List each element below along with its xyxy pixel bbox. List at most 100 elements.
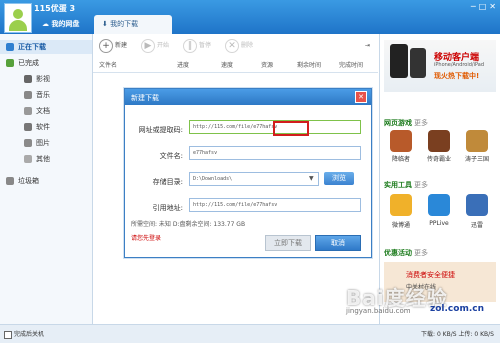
- more-link[interactable]: 更多: [414, 181, 428, 189]
- pause-button[interactable]: ‖ 暂停: [183, 38, 211, 54]
- sidebar-item-label: 音乐: [36, 91, 50, 99]
- new-label: 新建: [115, 42, 128, 49]
- section-title: 优惠活动: [384, 249, 412, 257]
- cancel-button[interactable]: 取消: [315, 235, 361, 251]
- pplive-icon[interactable]: [428, 194, 450, 216]
- column-header[interactable]: 速度: [221, 60, 233, 69]
- download-icon: [6, 43, 14, 51]
- browse-button[interactable]: 浏览: [324, 172, 354, 185]
- sidebar-item-label: 其他: [36, 155, 50, 163]
- weibo-tool-icon[interactable]: [390, 194, 412, 216]
- sidebar-item-label: 图片: [36, 139, 50, 147]
- section-title: 网页游戏: [384, 119, 412, 127]
- column-header[interactable]: 完成时间: [339, 60, 363, 69]
- title-bar: 115优蛋 3 ─ □ ✕ ☁ 我的网盘 ⬇ 我的下载: [0, 0, 500, 34]
- section-title: 实用工具: [384, 181, 412, 189]
- xunlei-icon[interactable]: [466, 194, 488, 216]
- watermark-url: jingyan.baidu.com: [346, 307, 411, 315]
- sidebar-item-other[interactable]: 其他: [0, 152, 92, 166]
- login-hint[interactable]: 请您先登录: [131, 233, 161, 242]
- tab-label: 我的下载: [110, 20, 139, 28]
- referer-label: 引用地址:: [152, 204, 183, 212]
- filename-input[interactable]: e77hafsv: [189, 146, 361, 160]
- close-icon[interactable]: ✕: [355, 91, 367, 103]
- minimize-icon[interactable]: ─: [471, 2, 476, 11]
- start-button[interactable]: ▶ 开始: [141, 38, 169, 54]
- tool-label[interactable]: 迅雷: [460, 220, 494, 229]
- tool-label[interactable]: 微博通: [384, 220, 418, 229]
- game-icon[interactable]: [428, 130, 450, 152]
- column-header[interactable]: 剩余时间: [297, 60, 321, 69]
- sidebar-item-label: 影视: [36, 75, 50, 83]
- disk-space-info: 所需空间: 未知 D:盘剩余空间: 133.77 GB: [131, 221, 246, 228]
- sidebar-item-label: 已完成: [18, 59, 39, 67]
- sidebar-item-film[interactable]: 影视: [0, 72, 92, 86]
- tab-my-netdisk[interactable]: ☁ 我的网盘: [34, 15, 87, 34]
- game-icon[interactable]: [466, 130, 488, 152]
- download-list-header: 文件名 进度 速度 资源 剩余时间 完成时间: [93, 58, 378, 73]
- download-now-button[interactable]: 立即下载: [265, 235, 311, 251]
- sidebar-item-software[interactable]: 软件: [0, 120, 92, 134]
- more-link[interactable]: 更多: [414, 249, 428, 257]
- music-icon: [24, 91, 32, 99]
- window-controls: ─ □ ✕: [471, 2, 496, 11]
- speed-info: 下载: 0 KB/S 上传: 0 KB/S: [421, 331, 494, 338]
- trash-icon: [6, 177, 14, 185]
- maximize-icon[interactable]: □: [479, 2, 487, 11]
- film-icon: [24, 75, 32, 83]
- checkbox[interactable]: [4, 330, 12, 339]
- delete-button[interactable]: ✕ 删除: [225, 38, 253, 54]
- sidebar-item-completed[interactable]: 已完成: [0, 56, 92, 70]
- section-tools: 实用工具 更多: [384, 180, 428, 190]
- sidebar-item-label: 正在下载: [18, 43, 46, 51]
- play-icon: ▶: [141, 38, 155, 53]
- tab-my-downloads[interactable]: ⬇ 我的下载: [94, 15, 172, 34]
- promo-hot: 现火热下载中!: [434, 72, 480, 80]
- section-promotions: 优惠活动 更多: [384, 248, 428, 258]
- document-icon: [24, 107, 32, 115]
- game-icon[interactable]: [390, 130, 412, 152]
- sidebar-item-documents[interactable]: 文档: [0, 104, 92, 118]
- sidebar-item-downloading[interactable]: 正在下载: [0, 40, 92, 54]
- directory-label: 存储目录:: [152, 178, 183, 186]
- column-header[interactable]: 进度: [177, 60, 189, 69]
- mobile-promo-banner[interactable]: 移动客户端 iPhone/Android/iPad 现火热下载中!: [384, 40, 496, 92]
- delete-label: 删除: [241, 42, 254, 49]
- app-title: 115优蛋 3: [34, 4, 76, 13]
- avatar[interactable]: [4, 3, 32, 33]
- tool-label[interactable]: PPLive: [422, 220, 456, 227]
- sidebar-item-pictures[interactable]: 图片: [0, 136, 92, 150]
- sidebar-item-label: 文档: [36, 107, 50, 115]
- new-button[interactable]: + 新建: [99, 38, 127, 54]
- shutdown-option[interactable]: 完成后关机: [4, 329, 44, 339]
- promo-subtitle: iPhone/Android/iPad: [434, 62, 484, 68]
- close-icon[interactable]: ✕: [489, 2, 496, 11]
- pause-label: 暂停: [199, 42, 212, 49]
- game-label[interactable]: 涛子三国: [460, 154, 494, 163]
- referer-input[interactable]: http://115.com/file/e77hafsv: [189, 198, 361, 212]
- dialog-header: 新建下载 ✕: [125, 89, 371, 105]
- sidebar-item-label: 垃圾箱: [18, 177, 39, 185]
- sidebar-item-music[interactable]: 音乐: [0, 88, 92, 102]
- plus-icon: +: [99, 38, 113, 53]
- phone-icon: [410, 48, 426, 78]
- shutdown-label: 完成后关机: [14, 331, 45, 338]
- ad-line: 消费者安全便捷: [406, 271, 455, 279]
- filename-label: 文件名:: [159, 152, 183, 160]
- directory-select[interactable]: D:\Downloads\: [189, 172, 319, 186]
- other-icon: [24, 155, 32, 163]
- game-label[interactable]: 降临者: [384, 154, 418, 163]
- avatar-body-shape: [9, 20, 27, 31]
- exit-icon[interactable]: ⇥: [365, 38, 370, 54]
- download-icon: ⬇: [102, 20, 111, 28]
- start-label: 开始: [157, 42, 170, 49]
- column-header[interactable]: 资源: [261, 60, 273, 69]
- chevron-down-icon[interactable]: ▼: [309, 175, 314, 182]
- column-header[interactable]: 文件名: [99, 60, 117, 69]
- more-link[interactable]: 更多: [414, 119, 428, 127]
- new-download-dialog: 新建下载 ✕ 网址或提取码: http://115.com/file/e77ha…: [124, 88, 372, 258]
- game-label[interactable]: 传奇霸业: [422, 154, 456, 163]
- sidebar-item-trash[interactable]: 垃圾箱: [0, 174, 92, 188]
- software-icon: [24, 123, 32, 131]
- avatar-head-shape: [13, 9, 23, 19]
